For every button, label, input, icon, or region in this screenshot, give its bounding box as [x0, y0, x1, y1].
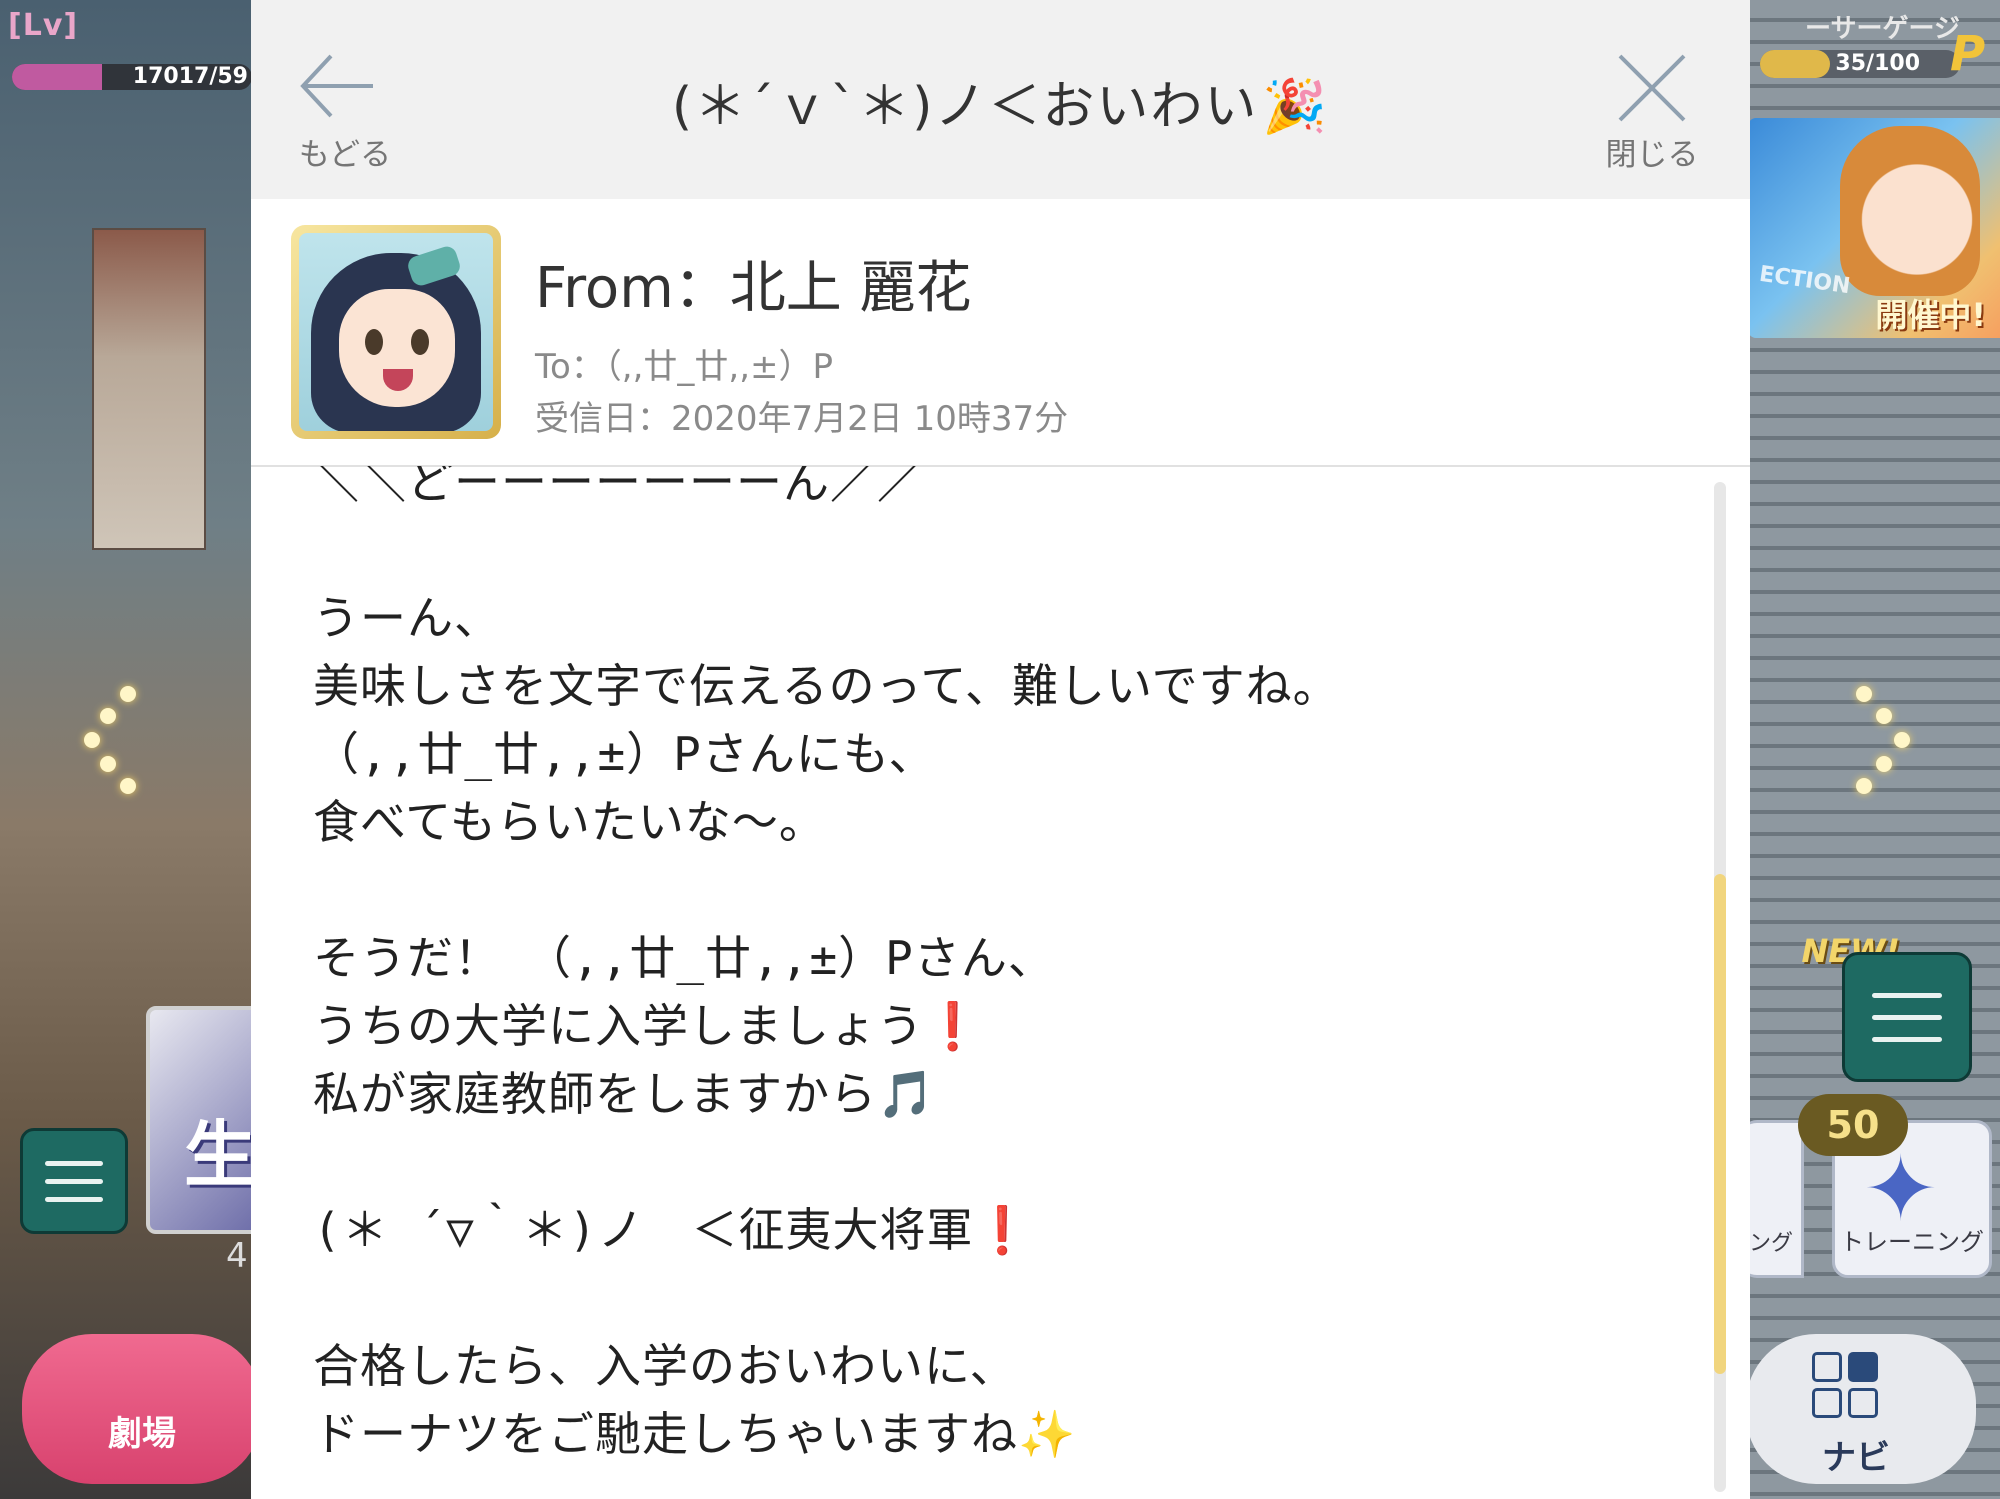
navi-button[interactable]: ナビ: [1746, 1334, 1976, 1484]
mail-dialog: もどる (＊´ｖ`＊)ノ＜おいわい🎉 閉じる From：北上 麗花 To：（,,…: [251, 0, 1750, 1499]
right-menu-button[interactable]: [1842, 952, 1972, 1082]
hamburger-icon: [45, 1179, 103, 1184]
dialog-title-text: (＊´ｖ`＊)ノ＜おいわい: [671, 77, 1259, 137]
dialog-title: (＊´ｖ`＊)ノ＜おいわい🎉: [251, 64, 1750, 139]
hamburger-icon: [45, 1161, 103, 1166]
level-value: 17017/59: [132, 64, 248, 89]
idol-card-text: 生: [184, 1113, 257, 1197]
arrow-dot: [1876, 708, 1892, 724]
training-label: トレーニング: [1840, 1228, 1984, 1256]
level-bar-fill: [12, 64, 102, 90]
training-label-partial: ング: [1748, 1231, 1793, 1256]
producer-p-icon: P: [1950, 26, 1986, 82]
level-label: [Lv]: [8, 8, 79, 43]
left-menu-button[interactable]: [20, 1128, 128, 1234]
hamburger-icon: [1872, 1037, 1942, 1042]
idol-card-count: 4: [226, 1236, 248, 1276]
theater-label: 劇場: [108, 1414, 176, 1454]
chevron-left-icon[interactable]: [80, 686, 150, 806]
arrow-dot: [1856, 778, 1872, 794]
arrow-dot: [120, 686, 136, 702]
producer-gauge-bar: 35/100: [1760, 50, 1960, 78]
avatar-face: [339, 289, 455, 407]
chevron-right-icon[interactable]: [1850, 686, 1920, 806]
arrow-dot: [100, 708, 116, 724]
event-character-image: [1840, 126, 1980, 296]
avatar-image: [299, 233, 493, 431]
hamburger-icon: [45, 1197, 103, 1202]
arrow-dot: [1856, 686, 1872, 702]
party-popper-icon: 🎉: [1262, 77, 1330, 137]
arrow-dot: [100, 756, 116, 772]
producer-gauge-value: 35/100: [1835, 51, 1920, 76]
sender-from: From：北上 麗花: [535, 256, 972, 321]
received-date: 受信日：2020年7月2日 10時37分: [535, 399, 1069, 439]
idol-card[interactable]: 生: [146, 1006, 266, 1234]
close-label: 閉じる: [1605, 137, 1699, 173]
scrollbar[interactable]: [1714, 482, 1726, 1492]
avatar-eye: [411, 329, 429, 355]
producer-gauge-label: ーサーゲージ: [1805, 14, 1960, 44]
recipient-to: To：（,,廿_廿,,±）P: [535, 347, 834, 387]
level-bar: 17017/59: [12, 64, 252, 90]
scrollbar-thumb[interactable]: [1714, 874, 1726, 1374]
producer-gauge-fill: [1760, 50, 1830, 78]
grid-icon: [1812, 1352, 1882, 1422]
avatar-mouth: [383, 369, 413, 391]
training-button-partial[interactable]: ング: [1741, 1120, 1804, 1278]
navi-label: ナビ: [1822, 1438, 1890, 1478]
close-button[interactable]: 閉じる: [1598, 48, 1706, 180]
sender-info: From：北上 麗花 To：（,,廿_廿,,±）P 受信日：2020年7月2日 …: [251, 199, 1750, 467]
avatar: [291, 225, 501, 439]
arrow-dot: [120, 778, 136, 794]
message-text: ＼＼どーーーーーーーん／／ うーん、 美味しさを文字で伝えるのって、難しいですね…: [313, 466, 1340, 1461]
avatar-eye: [365, 329, 383, 355]
dialog-header: もどる (＊´ｖ`＊)ノ＜おいわい🎉 閉じる: [251, 0, 1750, 199]
hamburger-icon: [1872, 1015, 1942, 1020]
close-icon: [1618, 54, 1686, 122]
message-body[interactable]: ＼＼どーーーーーーーん／／ うーん、 美味しさを文字で伝えるのって、難しいですね…: [313, 466, 1693, 1499]
wall-poster: [92, 228, 206, 550]
arrow-dot: [1894, 732, 1910, 748]
arrow-dot: [1876, 756, 1892, 772]
training-count-badge: 50: [1798, 1094, 1908, 1156]
arrow-dot: [84, 732, 100, 748]
hamburger-icon: [1872, 993, 1942, 998]
event-banner-label: 開催中!: [1875, 296, 1986, 334]
